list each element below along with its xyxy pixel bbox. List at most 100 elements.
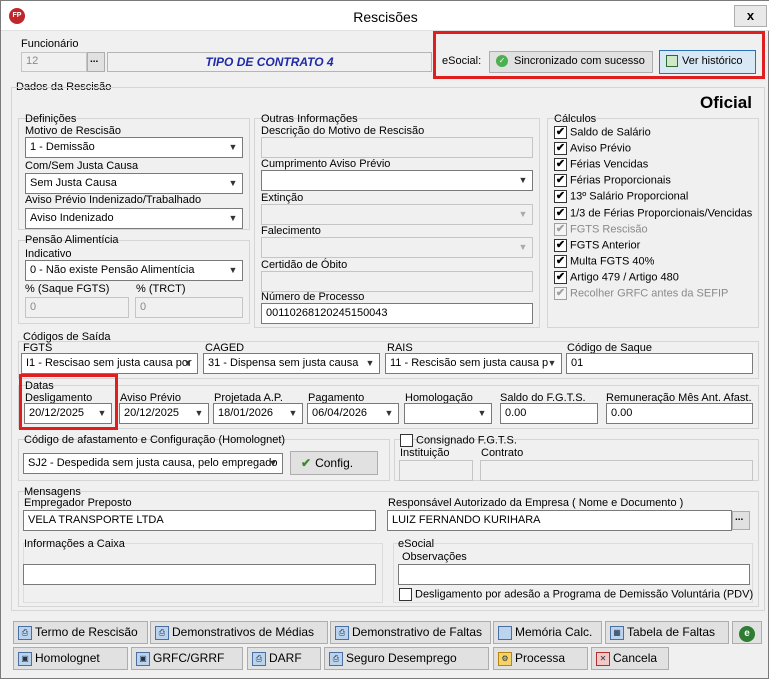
printer-icon: ⎙ (329, 651, 343, 666)
close-button[interactable]: x (734, 5, 767, 27)
fgts-select[interactable]: I1 - Rescisao sem justa causa por ▼ (21, 353, 198, 374)
checkbox-label: Férias Proporcionais (570, 174, 671, 187)
certidao-field[interactable] (261, 271, 533, 292)
esocial-logo-button[interactable]: e (732, 621, 762, 644)
artigo-479-checkbox[interactable]: ✔ Artigo 479 / Artigo 480 (554, 271, 679, 286)
document-icon (498, 625, 512, 640)
checkbox-label: 1/3 de Férias Proporcionais/Vencidas (570, 207, 753, 220)
printer-icon: ⎙ (252, 651, 266, 666)
processo-label: Número de Processo (261, 291, 365, 303)
indicativo-label: Indicativo (25, 248, 72, 260)
aviso-previo-date-picker[interactable]: 20/12/2025 ▼ (119, 403, 209, 424)
afastamento-select[interactable]: SJ2 - Despedida sem justa causa, pelo em… (23, 453, 283, 474)
checkbox-box (399, 588, 412, 601)
extincao-select[interactable]: ▼ (261, 204, 533, 225)
funcionario-field[interactable]: 12 (21, 52, 87, 72)
multa-fgts-checkbox[interactable]: ✔ Multa FGTS 40% (554, 255, 654, 270)
motivo-value: 1 - Demissão (30, 141, 95, 153)
funcionario-lookup-button[interactable]: ... (87, 52, 105, 72)
processo-field[interactable]: 00110268120245150043 (261, 303, 533, 324)
falecimento-select[interactable]: ▼ (261, 237, 533, 258)
aviso-select[interactable]: Aviso Indenizado ▼ (25, 208, 243, 229)
demonstrativo-faltas-button[interactable]: ⎙ Demonstrativo de Faltas (330, 621, 491, 644)
termo-rescisao-button[interactable]: ⎙ Termo de Rescisão (13, 621, 148, 644)
recolher-grfc-checkbox[interactable]: ✔ Recolher GRFC antes da SEFIP (554, 287, 728, 302)
oficial-badge: Oficial (700, 93, 752, 112)
pdv-checkbox[interactable]: Desligamento por adesão a Programa de De… (399, 588, 753, 603)
cancel-icon: ✕ (596, 651, 610, 666)
instituicao-label: Instituição (400, 447, 450, 459)
printer-icon: ⎙ (335, 625, 349, 640)
memoria-calc-button[interactable]: Memória Calc. (493, 621, 602, 644)
process-icon: ⚙ (498, 651, 512, 666)
check-icon: ✔ (554, 239, 567, 252)
check-icon: ✔ (554, 158, 567, 171)
descricao-field[interactable] (261, 137, 533, 158)
descricao-label: Descrição do Motivo de Rescisão (261, 125, 425, 137)
checkbox-box (400, 434, 413, 447)
desligamento-highlight-box (19, 374, 118, 430)
pagamento-date-picker[interactable]: 06/04/2026 ▼ (307, 403, 399, 424)
empregador-label: Empregador Preposto (24, 497, 132, 509)
ferias-vencidas-checkbox[interactable]: ✔ Férias Vencidas (554, 158, 648, 173)
fgts-value: I1 - Rescisao sem justa causa por (26, 357, 192, 369)
pensao-label: Pensão Alimentícia (25, 234, 119, 246)
checkbox-label: Saldo de Salário (570, 126, 651, 139)
chevron-down-icon: ▼ (384, 408, 394, 418)
cumprimento-select[interactable]: ▼ (261, 170, 533, 191)
remuneracao-field[interactable]: 0.00 (606, 403, 753, 424)
caged-select[interactable]: 31 - Dispensa sem justa causa ▼ (203, 353, 380, 374)
checkbox-label: Consignado F.G.T.S. (416, 434, 517, 447)
demonstrativos-medias-button[interactable]: ⎙ Demonstrativos de Médias (150, 621, 328, 644)
responsavel-field[interactable]: LUIZ FERNANDO KURIHARA (387, 510, 732, 531)
grfc-grrf-button[interactable]: ▣ GRFC/GRRF (131, 647, 243, 670)
um-terco-ferias-checkbox[interactable]: ✔ 1/3 de Férias Proporcionais/Vencidas (554, 207, 752, 222)
check-icon: ✔ (554, 174, 567, 187)
decimo-terceiro-checkbox[interactable]: ✔ 13º Salário Proporcional (554, 190, 688, 205)
contrato-field[interactable] (480, 460, 753, 481)
darf-button[interactable]: ⎙ DARF (247, 647, 321, 670)
button-label: Demonstrativos de Médias (172, 625, 315, 639)
tabela-faltas-button[interactable]: ▦ Tabela de Faltas (605, 621, 729, 644)
saldo-salario-checkbox[interactable]: ✔ Saldo de Salário (554, 126, 651, 141)
indicativo-select[interactable]: 0 - Não existe Pensão Alimentícia ▼ (25, 260, 243, 281)
check-icon: ✔ (554, 255, 567, 268)
aviso-value: Aviso Indenizado (30, 212, 114, 224)
seguro-desemprego-button[interactable]: ⎙ Seguro Desemprego (324, 647, 489, 670)
config-button[interactable]: ✔ Config. (290, 451, 378, 475)
observacoes-field[interactable] (398, 564, 750, 585)
aviso-previo-date-value: 20/12/2025 (124, 407, 180, 419)
empregador-field[interactable]: VELA TRANSPORTE LTDA (23, 510, 376, 531)
motivo-label: Motivo de Rescisão (25, 125, 121, 137)
projetada-value: 18/01/2026 (218, 407, 274, 419)
instituicao-field[interactable] (399, 460, 473, 481)
rais-select[interactable]: 11 - Rescisão sem justa causa p ▼ (385, 353, 562, 374)
checkbox-label: Artigo 479 / Artigo 480 (570, 271, 679, 284)
chevron-down-icon: ▼ (547, 358, 557, 368)
button-label: Memória Calc. (515, 625, 593, 639)
funcionario-label: Funcionário (21, 38, 79, 50)
aviso-previo-checkbox[interactable]: ✔ Aviso Prévio (554, 142, 631, 157)
fgts-rescisao-checkbox[interactable]: ✔ FGTS Rescisão (554, 223, 648, 238)
observacoes-label: Observações (402, 551, 467, 563)
check-icon: ✔ (554, 126, 567, 139)
justa-causa-select[interactable]: Sem Justa Causa ▼ (25, 173, 243, 194)
ferias-proporcionais-checkbox[interactable]: ✔ Férias Proporcionais (554, 174, 671, 189)
homologacao-date-picker[interactable]: ▼ (404, 403, 492, 424)
homolognet-button[interactable]: ▣ Homolognet (13, 647, 128, 670)
fgts-anterior-checkbox[interactable]: ✔ FGTS Anterior (554, 239, 640, 254)
rescisoes-window: FP Rescisões x Funcionário 12 ... TIPO D… (0, 0, 770, 679)
responsavel-lookup-button[interactable]: ... (732, 511, 750, 530)
trct-field[interactable]: 0 (135, 297, 243, 318)
motivo-select[interactable]: 1 - Demissão ▼ (25, 137, 243, 158)
cumprimento-label: Cumprimento Aviso Prévio (261, 158, 391, 170)
trct-label: % (TRCT) (136, 283, 186, 295)
codigo-saque-field[interactable]: 01 (566, 353, 753, 374)
saque-fgts-field[interactable]: 0 (25, 297, 129, 318)
processa-button[interactable]: ⚙ Processa (493, 647, 588, 670)
projetada-date-picker[interactable]: 18/01/2026 ▼ (213, 403, 303, 424)
caixa-field[interactable] (23, 564, 376, 585)
saldo-fgts-field[interactable]: 0.00 (500, 403, 598, 424)
cancela-button[interactable]: ✕ Cancela (591, 647, 669, 670)
check-icon: ✔ (554, 287, 567, 300)
